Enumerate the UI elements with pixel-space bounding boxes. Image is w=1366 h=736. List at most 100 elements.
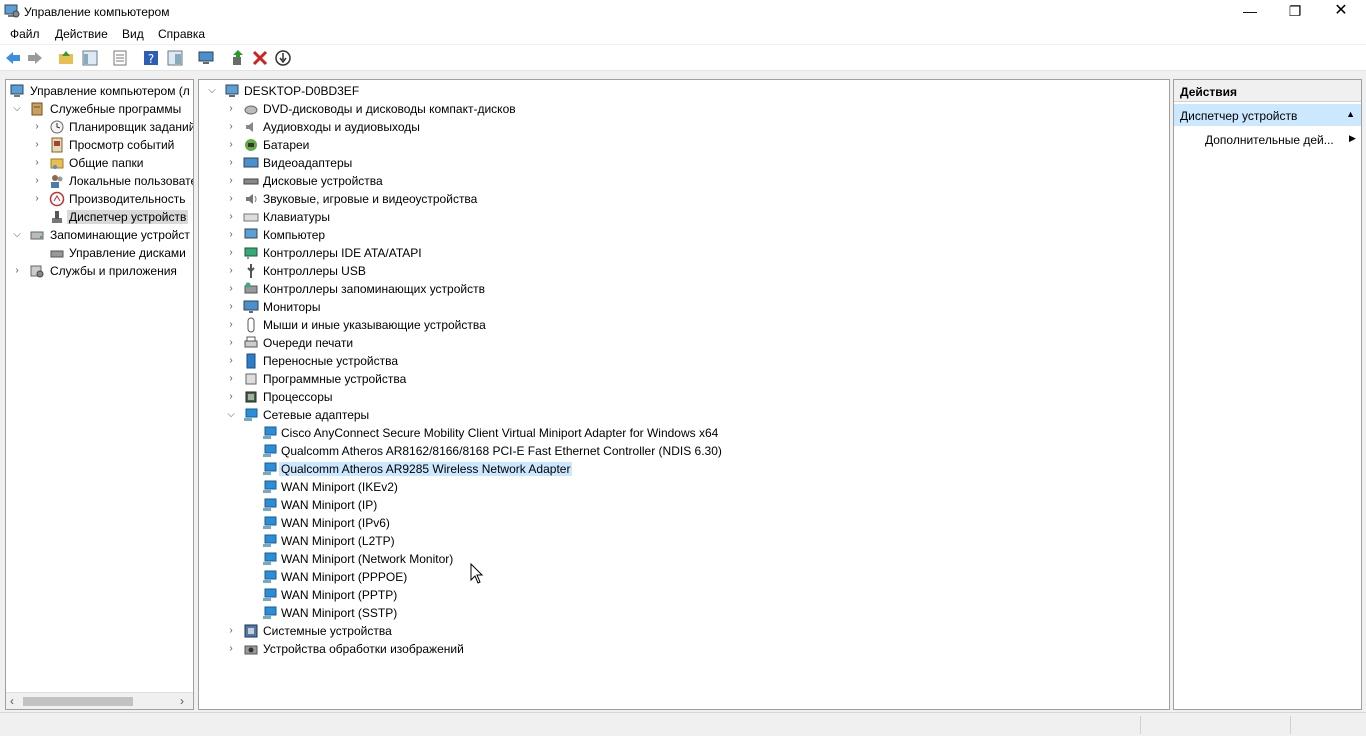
tree-item-services-apps[interactable]: › Службы и приложения — [8, 262, 193, 280]
device-category[interactable]: › Аудиовходы и аудиовыходы — [203, 118, 703, 136]
actions-section-device-manager[interactable]: Диспетчер устройств ▲ — [1174, 104, 1361, 126]
expand-chevron-icon[interactable]: › — [224, 390, 238, 404]
collapse-triangle-icon[interactable]: ▲ — [1346, 109, 1355, 119]
expand-chevron-icon[interactable]: › — [30, 120, 44, 134]
update-driver-icon[interactable] — [229, 49, 247, 67]
collapse-chevron-icon[interactable]: ⌵ — [224, 408, 238, 422]
uninstall-icon[interactable] — [251, 49, 269, 67]
expand-chevron-icon[interactable]: › — [224, 102, 238, 116]
device-tree-root[interactable]: ⌵ DESKTOP-D0BD3EF — [203, 82, 703, 100]
device-category[interactable]: › Процессоры — [203, 388, 703, 406]
monitor-icon[interactable] — [197, 49, 215, 67]
expand-chevron-icon[interactable]: › — [224, 174, 238, 188]
device-category[interactable]: › Очереди печати — [203, 334, 703, 352]
device-category[interactable]: › Видеоадаптеры — [203, 154, 703, 172]
submenu-arrow-icon[interactable]: ▶ — [1349, 133, 1356, 144]
device-category[interactable]: › Контроллеры запоминающих устройств — [203, 280, 703, 298]
tree-item-shared-folders[interactable]: › Общие папки — [8, 154, 193, 172]
tree-item-disk-management[interactable]: Управление дисками — [8, 244, 193, 262]
device-category[interactable]: › Мониторы — [203, 298, 703, 316]
expand-chevron-icon[interactable]: › — [224, 264, 238, 278]
menu-view[interactable]: Вид — [122, 27, 144, 41]
horizontal-scrollbar[interactable]: ‹ › — [6, 692, 193, 709]
tree-item-task-scheduler[interactable]: › Планировщик заданий — [8, 118, 193, 136]
network-adapter-item[interactable]: WAN Miniport (L2TP) — [203, 532, 903, 550]
expand-chevron-icon[interactable]: › — [30, 156, 44, 170]
tree-item-performance[interactable]: › Производительность — [8, 190, 193, 208]
expand-chevron-icon[interactable]: › — [224, 120, 238, 134]
device-category[interactable]: › Устройства обработки изображений — [203, 640, 703, 658]
expand-chevron-icon[interactable]: › — [30, 138, 44, 152]
device-category[interactable]: › DVD-дисководы и дисководы компакт-диско… — [203, 100, 703, 118]
network-adapter-item[interactable]: Cisco AnyConnect Secure Mobility Client … — [203, 424, 903, 442]
up-folder-icon[interactable] — [57, 49, 75, 67]
network-adapter-item[interactable]: WAN Miniport (PPTP) — [203, 586, 903, 604]
expand-chevron-icon[interactable]: › — [224, 192, 238, 206]
scrollbar-thumb[interactable] — [23, 697, 133, 706]
network-adapter-item[interactable]: WAN Miniport (Network Monitor) — [203, 550, 903, 568]
expand-chevron-icon[interactable]: › — [224, 282, 238, 296]
scroll-left-arrow-icon[interactable]: ‹ — [10, 694, 14, 708]
tree-item-local-users[interactable]: › Локальные пользовате — [8, 172, 193, 190]
tree-root[interactable]: Управление компьютером (л — [8, 82, 193, 100]
expand-chevron-icon[interactable]: › — [10, 264, 24, 278]
disable-device-icon[interactable] — [274, 49, 292, 67]
device-category[interactable]: › Программные устройства — [203, 370, 703, 388]
device-category[interactable]: › Контроллеры USB — [203, 262, 703, 280]
close-button[interactable]: ✕ — [1318, 0, 1364, 24]
device-category[interactable]: › Контроллеры IDE ATA/ATAPI — [203, 244, 703, 262]
expand-chevron-icon[interactable]: › — [224, 336, 238, 350]
forward-arrow-icon[interactable] — [26, 49, 44, 67]
menu-file[interactable]: Файл — [10, 27, 40, 41]
expand-chevron-icon[interactable]: › — [224, 228, 238, 242]
device-category[interactable]: › Системные устройства — [203, 622, 703, 640]
device-category[interactable]: › Мыши и иные указывающие устройства — [203, 316, 703, 334]
collapse-chevron-icon[interactable]: ⌵ — [10, 102, 24, 116]
expand-chevron-icon[interactable]: › — [224, 354, 238, 368]
expand-chevron-icon[interactable]: › — [224, 624, 238, 638]
details-view-icon[interactable] — [166, 49, 184, 67]
device-category[interactable]: › Переносные устройства — [203, 352, 703, 370]
category-network-adapters[interactable]: ⌵ Сетевые адаптеры — [203, 406, 703, 424]
network-adapter-item[interactable]: WAN Miniport (IKEv2) — [203, 478, 903, 496]
device-category[interactable]: › Клавиатуры — [203, 208, 703, 226]
properties-icon[interactable] — [111, 49, 129, 67]
device-tree-pane[interactable]: ⌵ DESKTOP-D0BD3EF › DVD-дисководы и диско… — [198, 79, 1170, 710]
expand-chevron-icon[interactable]: › — [224, 642, 238, 656]
network-adapter-item[interactable]: WAN Miniport (IP) — [203, 496, 903, 514]
more-actions-link[interactable]: Дополнительные дей... — [1205, 133, 1334, 147]
device-category[interactable]: › Дисковые устройства — [203, 172, 703, 190]
device-category[interactable]: › Звуковые, игровые и видеоустройства — [203, 190, 703, 208]
device-category[interactable]: › Батареи — [203, 136, 703, 154]
expand-chevron-icon[interactable]: › — [224, 372, 238, 386]
console-tree-pane[interactable]: Управление компьютером (л ⌵ Служебные пр… — [5, 79, 194, 710]
collapse-chevron-icon[interactable]: ⌵ — [205, 84, 219, 98]
network-adapter-item[interactable]: WAN Miniport (PPPOE) — [203, 568, 903, 586]
expand-chevron-icon[interactable]: › — [224, 318, 238, 332]
expand-chevron-icon[interactable]: › — [30, 192, 44, 206]
back-arrow-icon[interactable] — [4, 49, 22, 67]
expand-chevron-icon[interactable]: › — [224, 246, 238, 260]
tree-item-device-manager[interactable]: Диспетчер устройств — [8, 208, 193, 226]
network-adapter-item[interactable]: Qualcomm Atheros AR8162/8166/8168 PCI-E … — [203, 442, 903, 460]
device-category[interactable]: › Компьютер — [203, 226, 703, 244]
network-adapter-item[interactable]: WAN Miniport (SSTP) — [203, 604, 903, 622]
expand-chevron-icon[interactable]: › — [30, 174, 44, 188]
tree-item-system-tools[interactable]: ⌵ Служебные программы — [8, 100, 193, 118]
menu-action[interactable]: Действие — [55, 27, 108, 41]
menu-help[interactable]: Справка — [158, 27, 205, 41]
network-adapter-item[interactable]: Qualcomm Atheros AR9285 Wireless Network… — [203, 460, 903, 478]
network-adapter-item[interactable]: WAN Miniport (IPv6) — [203, 514, 903, 532]
collapse-chevron-icon[interactable]: ⌵ — [10, 228, 24, 242]
expand-chevron-icon[interactable]: › — [224, 156, 238, 170]
expand-chevron-icon[interactable]: › — [224, 138, 238, 152]
show-hide-tree-icon[interactable] — [81, 49, 99, 67]
expand-chevron-icon[interactable]: › — [224, 210, 238, 224]
minimize-button[interactable]: — — [1227, 0, 1273, 24]
maximize-button[interactable]: ❐ — [1272, 0, 1318, 24]
help-icon[interactable]: ? — [142, 49, 160, 67]
tree-item-storage[interactable]: ⌵ Запоминающие устройст — [8, 226, 193, 244]
tree-item-event-viewer[interactable]: › Просмотр событий — [8, 136, 193, 154]
scroll-right-arrow-icon[interactable]: › — [180, 694, 184, 708]
expand-chevron-icon[interactable]: › — [224, 300, 238, 314]
